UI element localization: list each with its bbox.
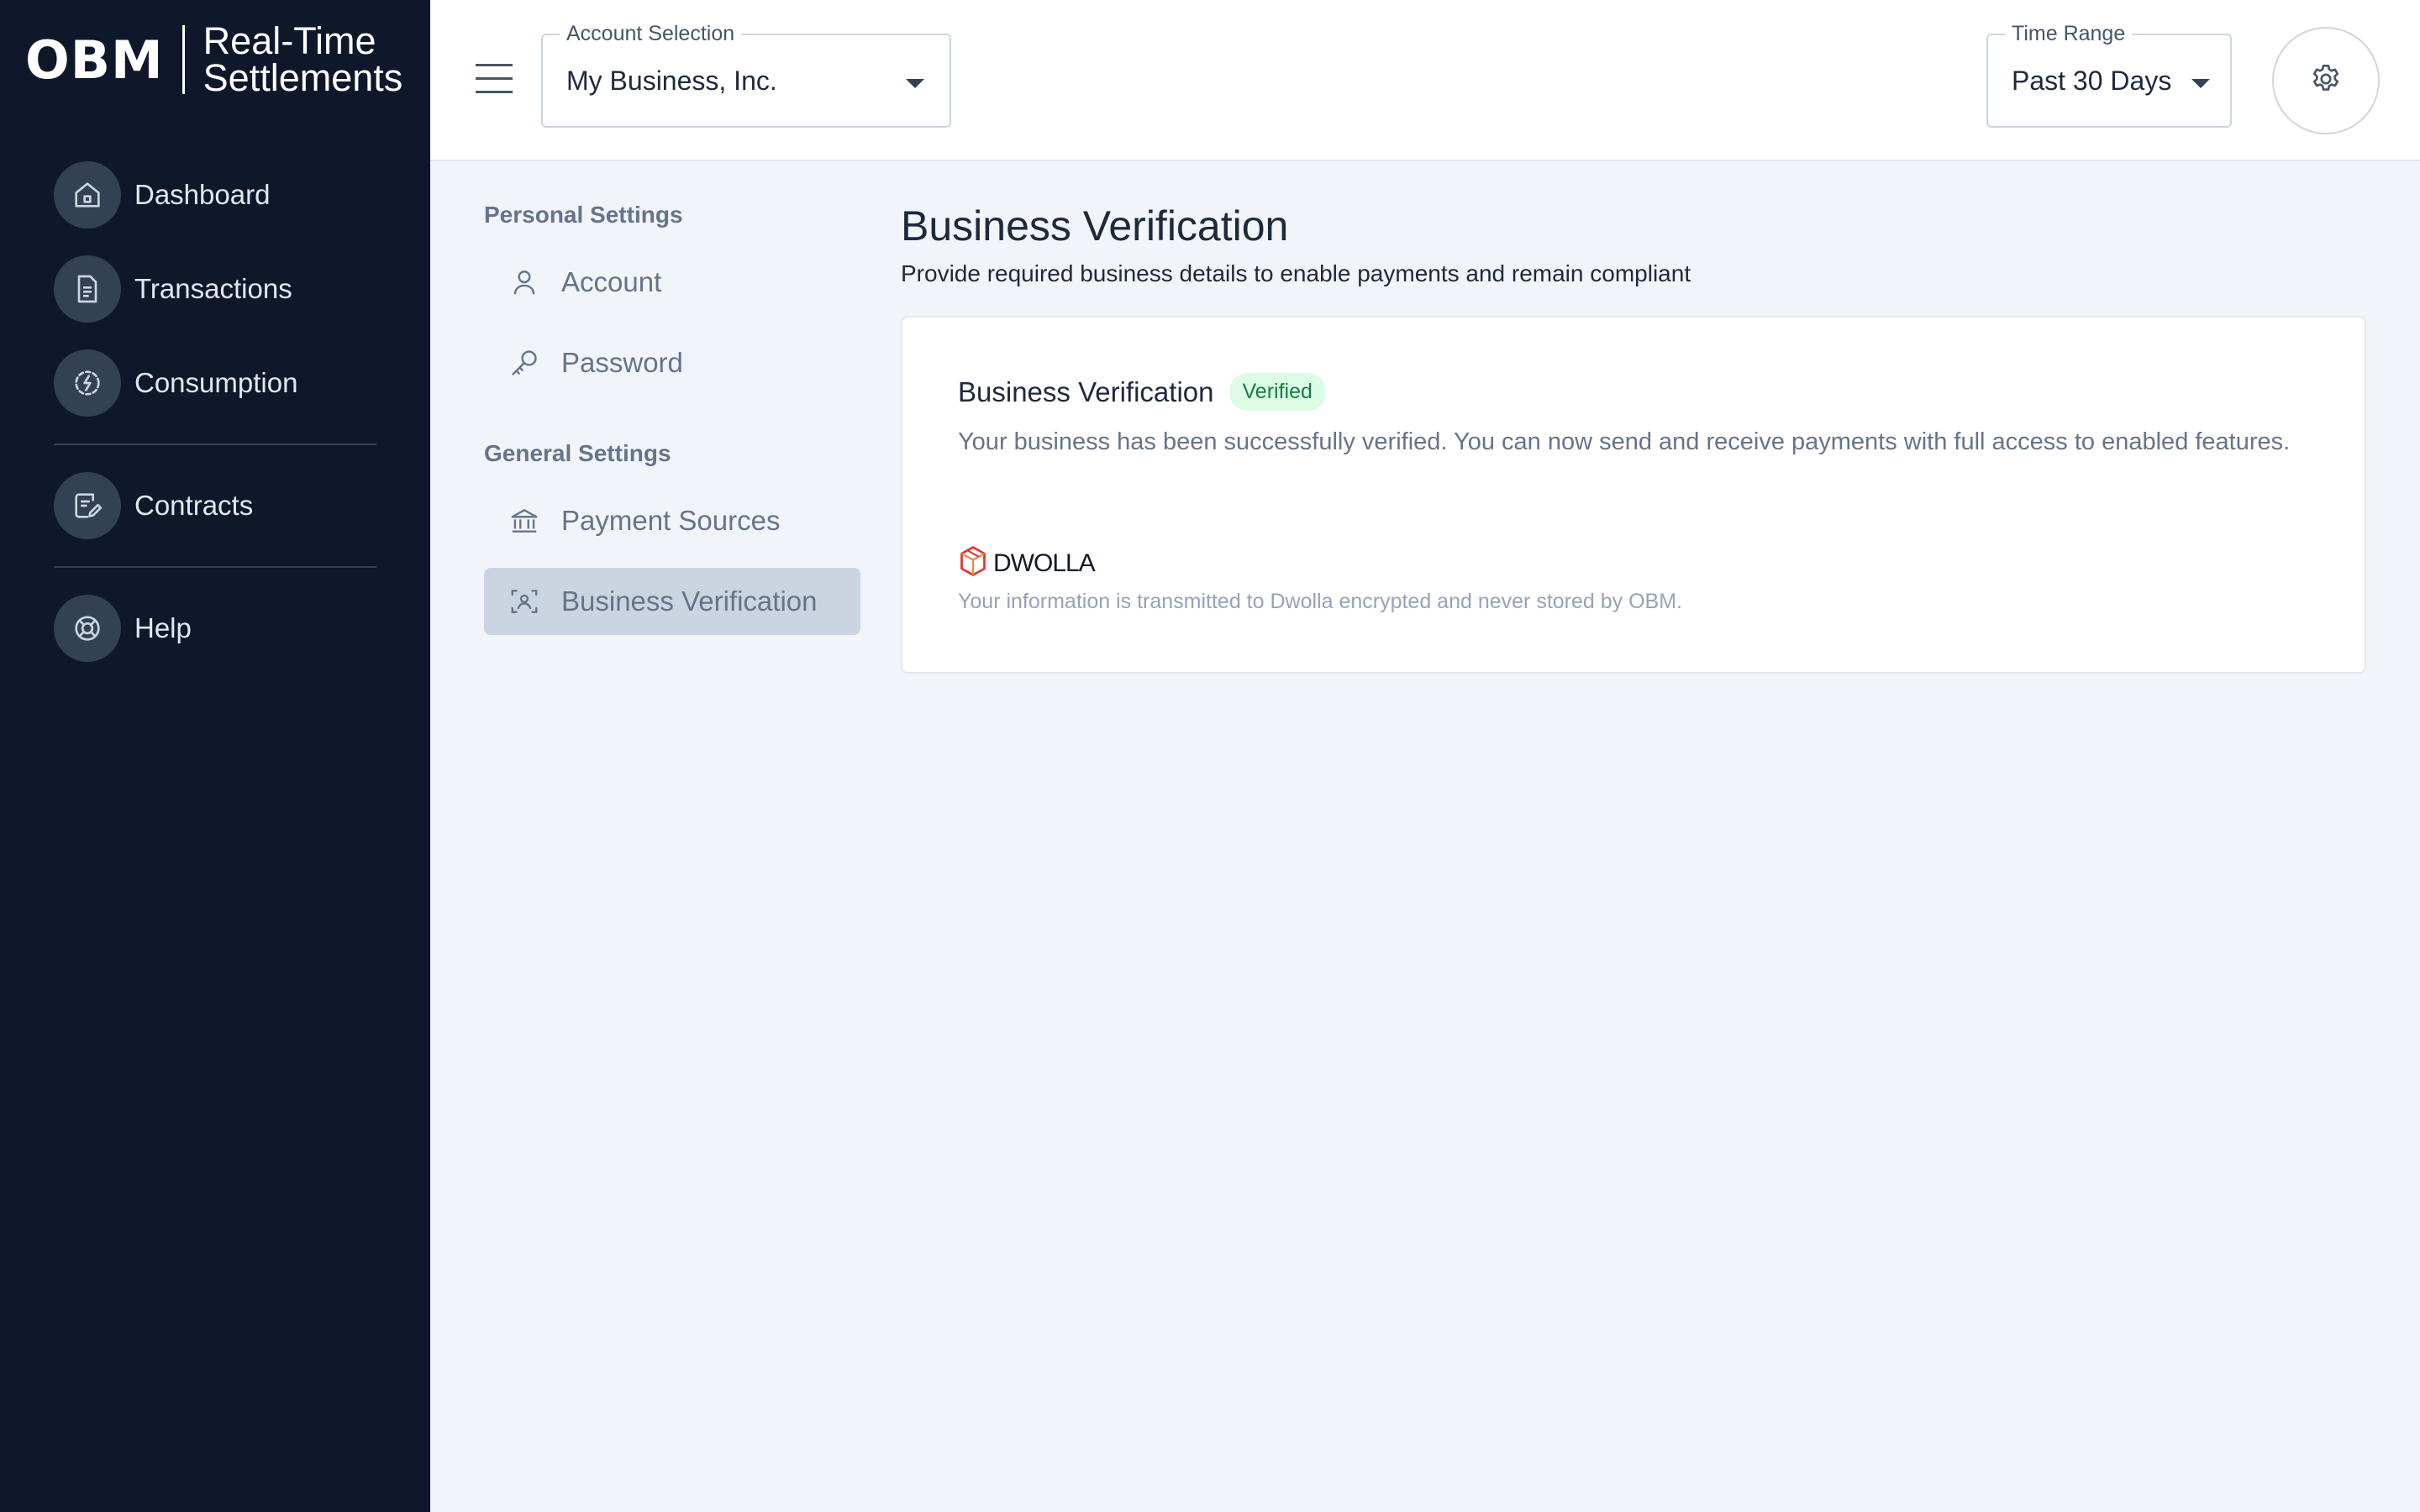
hamburger-line	[476, 64, 513, 66]
brand-divider	[182, 25, 185, 94]
dwolla-logo: DWOLLA	[958, 544, 1096, 582]
menu-spacer	[484, 396, 860, 440]
gear-icon	[2308, 61, 2344, 101]
sidebar-item-label: Dashboard	[134, 179, 271, 210]
contract-icon	[54, 472, 121, 539]
card-title: Business Verification	[958, 375, 1214, 407]
settings-item-payment-sources[interactable]: Payment Sources	[484, 487, 860, 554]
sidebar-nav: Dashboard Transactions Consumption Contr…	[54, 161, 376, 689]
brand-logo[interactable]: OBM Real-Time Settlements	[25, 22, 402, 97]
account-selection-label: Account Selection	[560, 22, 742, 46]
sidebar-item-transactions[interactable]: Transactions	[54, 255, 376, 323]
top-bar: Account Selection My Business, Inc. Time…	[430, 0, 2420, 161]
user-icon	[508, 265, 541, 299]
time-range-value: Past 30 Days	[2012, 66, 2172, 96]
sidebar-item-label: Consumption	[134, 367, 298, 398]
menu-toggle-button[interactable]	[476, 64, 513, 94]
lifebuoy-icon	[54, 595, 121, 662]
key-icon	[508, 346, 541, 380]
brand-product-name: Real-Time Settlements	[203, 22, 403, 99]
card-header: Business Verification Verified	[958, 373, 1326, 411]
hamburger-line	[476, 91, 513, 93]
document-icon	[54, 255, 121, 323]
chevron-down-icon	[2191, 79, 2210, 88]
sidebar-item-label: Transactions	[134, 273, 292, 304]
verification-card: Business Verification Verified Your busi…	[901, 316, 2366, 674]
personal-settings-heading: Personal Settings	[484, 202, 683, 228]
settings-item-label: Password	[561, 347, 683, 378]
dwolla-wordmark: DWOLLA	[993, 549, 1096, 577]
sidebar-item-label: Contracts	[134, 490, 254, 521]
settings-button[interactable]	[2272, 27, 2380, 134]
page-title: Business Verification	[901, 202, 1289, 249]
settings-item-label: Payment Sources	[561, 505, 781, 536]
lightning-circle-icon	[54, 349, 121, 417]
page-subtitle: Provide required business details to ena…	[901, 260, 1691, 286]
sidebar-item-consumption[interactable]: Consumption	[54, 349, 376, 417]
sidebar-item-contracts[interactable]: Contracts	[54, 472, 376, 539]
brand-obm: OBM	[25, 29, 164, 91]
settings-item-password[interactable]: Password	[484, 329, 860, 396]
general-settings-heading: General Settings	[484, 440, 671, 466]
status-badge: Verified	[1228, 373, 1326, 411]
bank-icon	[508, 504, 541, 538]
main-content: Business Verification Provide required b…	[901, 202, 2366, 674]
time-range-label: Time Range	[2005, 22, 2133, 46]
dwolla-icon	[958, 544, 988, 582]
sidebar-item-label: Help	[134, 612, 192, 643]
account-selection-dropdown[interactable]: Account Selection My Business, Inc.	[541, 22, 951, 128]
settings-menu: Personal Settings Account Password Gener…	[484, 202, 860, 635]
sidebar-divider	[54, 566, 376, 568]
settings-item-label: Account	[561, 266, 662, 297]
brand-product-line2: Settlements	[203, 56, 403, 99]
settings-item-business-verification[interactable]: Business Verification	[484, 568, 860, 635]
account-selection-value: My Business, Inc.	[566, 66, 777, 96]
home-icon	[54, 161, 121, 228]
face-scan-icon	[508, 585, 541, 618]
sidebar: OBM Real-Time Settlements Dashboard Tran…	[0, 0, 430, 1512]
verification-description: Your business has been successfully veri…	[958, 428, 2291, 455]
sidebar-item-help[interactable]: Help	[54, 595, 376, 662]
chevron-down-icon	[906, 79, 924, 88]
hamburger-line	[476, 77, 513, 80]
settings-item-account[interactable]: Account	[484, 249, 860, 316]
sidebar-divider	[54, 444, 376, 445]
settings-item-label: Business Verification	[561, 585, 818, 617]
time-range-dropdown[interactable]: Time Range Past 30 Days	[1986, 22, 2232, 128]
encryption-note: Your information is transmitted to Dwoll…	[958, 590, 1682, 613]
sidebar-item-dashboard[interactable]: Dashboard	[54, 161, 376, 228]
